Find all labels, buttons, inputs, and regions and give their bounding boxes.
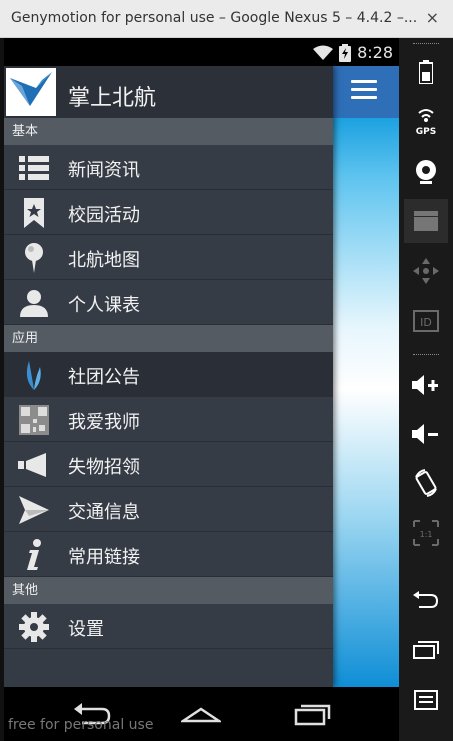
volume-up-icon[interactable] xyxy=(404,363,448,407)
clapperboard-icon[interactable] xyxy=(404,199,448,243)
person-icon xyxy=(18,287,50,319)
drawer-item-love-teachers[interactable]: 我爱我师 xyxy=(4,397,333,442)
gps-icon[interactable]: GPS xyxy=(404,100,448,144)
gear-icon xyxy=(18,611,50,643)
drawer-item-label: 新闻资讯 xyxy=(68,160,140,181)
drawer-item-timetable[interactable]: 个人课表 xyxy=(4,280,333,325)
recents-icon[interactable] xyxy=(404,628,448,672)
paper-plane-icon xyxy=(18,494,50,526)
map-pin-icon xyxy=(18,242,50,274)
hamburger-icon[interactable] xyxy=(351,80,377,102)
scale-label: 1:1 xyxy=(420,530,433,539)
close-icon[interactable]: × xyxy=(426,8,439,27)
drawer-item-traffic-info[interactable]: 交通信息 xyxy=(4,487,333,532)
webcam-icon[interactable] xyxy=(404,150,448,194)
drawer-header: 掌上北航 xyxy=(4,66,333,118)
drawer-item-settings[interactable]: 设置 xyxy=(4,604,333,649)
drawer-item-lost-found[interactable]: 失物招领 xyxy=(4,442,333,487)
dpad-icon[interactable] xyxy=(404,249,448,293)
volume-down-icon[interactable] xyxy=(404,412,448,456)
id-label: ID xyxy=(420,316,432,329)
window-title: Genymotion for personal use – Google Nex… xyxy=(11,10,418,26)
window-titlebar: Genymotion for personal use – Google Nex… xyxy=(0,0,453,38)
app-title: 掌上北航 xyxy=(68,86,157,111)
gps-label: GPS xyxy=(416,127,436,137)
device-screen: 8:28 掌上北航 基本 新闻资讯 校园活动 北航地图 个人课表 应用 社团公告… xyxy=(4,38,399,741)
menu-icon[interactable] xyxy=(404,678,448,722)
section-header-other: 其他 xyxy=(4,577,333,604)
wifi-icon xyxy=(313,45,334,60)
emulator-side-toolbar: GPS ID 1:1 xyxy=(399,38,453,741)
home-icon[interactable] xyxy=(181,701,221,727)
drawer-item-common-links[interactable]: 常用链接 xyxy=(4,532,333,577)
status-bar: 8:28 xyxy=(4,38,399,66)
info-icon xyxy=(18,539,50,571)
drawer-item-campus-map[interactable]: 北航地图 xyxy=(4,235,333,280)
drawer-item-label: 交通信息 xyxy=(68,502,140,523)
rotate-icon[interactable] xyxy=(404,461,448,505)
app-logo xyxy=(6,68,56,116)
drawer-item-label: 我爱我师 xyxy=(68,412,140,433)
section-header-basic: 基本 xyxy=(4,118,333,145)
bookmark-star-icon xyxy=(18,197,50,229)
drawer-item-label: 失物招领 xyxy=(68,457,140,478)
id-icon[interactable]: ID xyxy=(404,299,448,343)
status-time: 8:28 xyxy=(357,43,393,62)
battery-icon[interactable] xyxy=(404,50,448,94)
drawer-item-label: 设置 xyxy=(68,619,104,640)
section-header-apps: 应用 xyxy=(4,325,333,352)
drawer-item-campus-events[interactable]: 校园活动 xyxy=(4,190,333,235)
drawer-item-label: 个人课表 xyxy=(68,295,140,316)
navigation-drawer: 掌上北航 基本 新闻资讯 校园活动 北航地图 个人课表 应用 社团公告 我爱我师… xyxy=(4,66,333,687)
recents-icon[interactable] xyxy=(292,701,332,727)
emulator-frame: 8:28 掌上北航 基本 新闻资讯 校园活动 北航地图 个人课表 应用 社团公告… xyxy=(0,38,453,741)
leaf-icon xyxy=(18,359,50,391)
megaphone-icon xyxy=(18,449,50,481)
drawer-item-label: 常用链接 xyxy=(68,547,140,568)
app-content: 掌上北航 基本 新闻资讯 校园活动 北航地图 个人课表 应用 社团公告 我爱我师… xyxy=(4,66,399,687)
watermark-text: free for personal use xyxy=(8,717,154,733)
list-icon xyxy=(18,152,50,184)
scale-icon[interactable]: 1:1 xyxy=(404,511,448,555)
back-icon[interactable] xyxy=(404,578,448,622)
drawer-item-club-notices[interactable]: 社团公告 xyxy=(4,352,333,397)
drawer-item-label: 北航地图 xyxy=(68,250,140,271)
battery-charging-icon xyxy=(339,43,352,62)
qr-code-icon xyxy=(18,404,50,436)
drawer-item-label: 校园活动 xyxy=(68,205,140,226)
drawer-item-news[interactable]: 新闻资讯 xyxy=(4,145,333,190)
drawer-item-label: 社团公告 xyxy=(68,367,140,388)
